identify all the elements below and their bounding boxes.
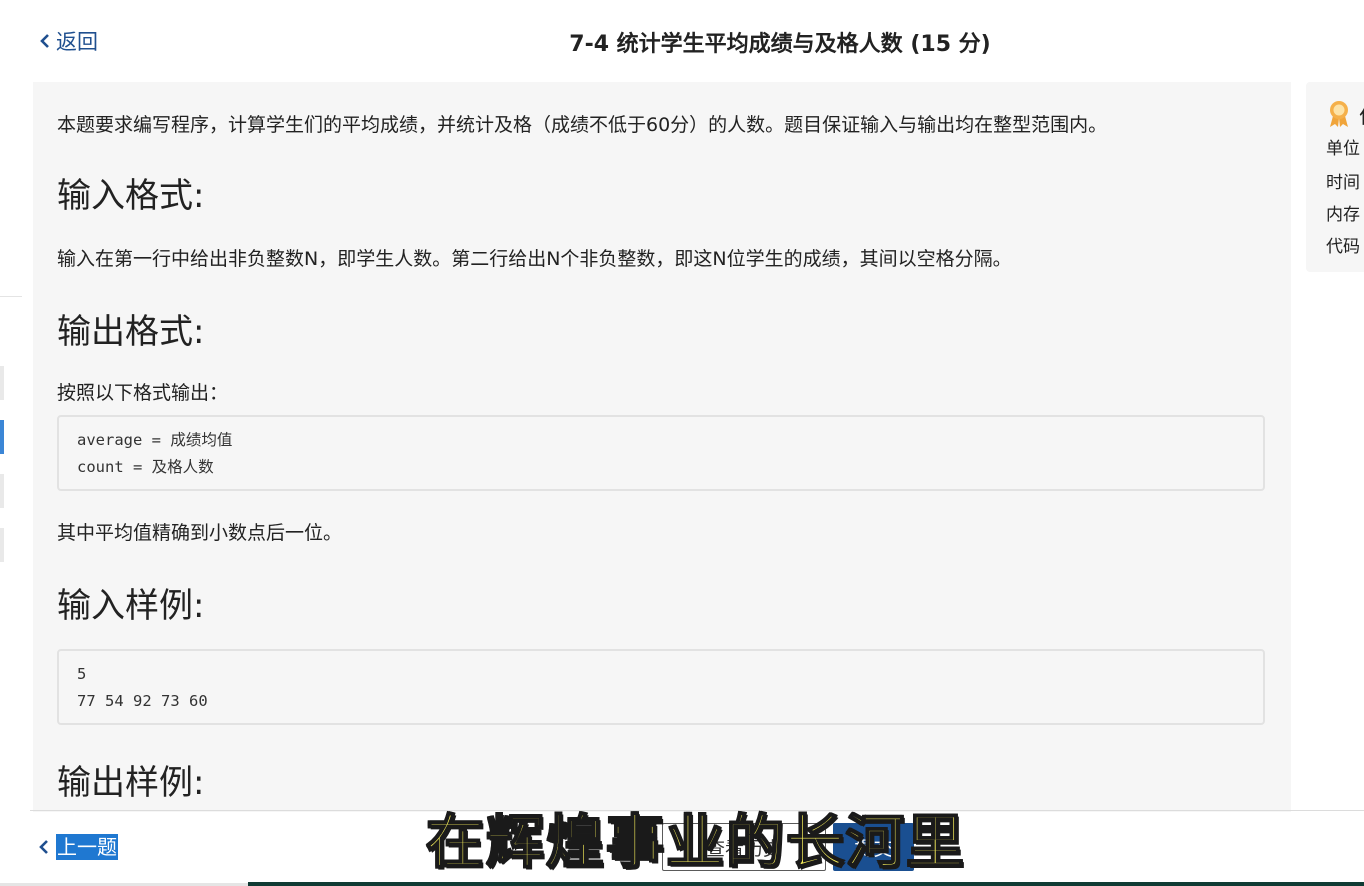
chevron-left-icon: [39, 840, 48, 854]
previous-problem-label: 上一题: [56, 834, 118, 860]
video-subtitle: 在辉煌事业的长河里: [425, 807, 967, 877]
sample-input-heading: 输入样例:: [57, 586, 205, 626]
previous-problem-link[interactable]: 上一题: [38, 834, 118, 860]
chevron-left-icon: [40, 34, 49, 48]
left-side-tab[interactable]: [0, 528, 4, 562]
back-link[interactable]: 返回: [38, 26, 98, 56]
problem-content: 本题要求编写程序，计算学生们的平均成绩，并统计及格（成绩不低于60分）的人数。题…: [33, 82, 1291, 812]
output-note: 其中平均值精确到小数点后一位。: [57, 522, 343, 544]
problem-info-panel: 作 单位 时间 内存 代码: [1306, 82, 1364, 272]
left-side-tab[interactable]: [0, 474, 4, 508]
output-format-text: 按照以下格式输出：: [57, 382, 229, 404]
code-line: 5: [77, 665, 87, 683]
problem-title: 7-4 统计学生平均成绩与及格人数 (15 分): [569, 32, 991, 57]
taskbar-strip: [248, 882, 1364, 886]
medal-icon: [1330, 101, 1348, 127]
info-row-time: 时间: [1326, 173, 1360, 193]
input-format-heading: 输入格式:: [57, 176, 205, 216]
input-format-text: 输入在第一行中给出非负整数N，即学生人数。第二行给出N个非负整数，即这N位学生的…: [57, 248, 1012, 270]
output-format-heading: 输出格式:: [57, 312, 205, 352]
left-divider: [0, 296, 22, 297]
sample-output-heading: 输出样例:: [57, 763, 205, 803]
code-line: count = 及格人数: [77, 458, 214, 476]
info-row-code: 代码: [1326, 237, 1360, 257]
info-row-unit: 单位: [1326, 139, 1360, 159]
problem-intro: 本题要求编写程序，计算学生们的平均成绩，并统计及格（成绩不低于60分）的人数。题…: [57, 114, 1108, 136]
info-title: 作: [1359, 100, 1364, 129]
output-format-code-block[interactable]: average = 成绩均值 count = 及格人数: [57, 415, 1265, 491]
code-line: 77 54 92 73 60: [77, 692, 208, 710]
back-label: 返回: [56, 30, 98, 54]
code-line: average = 成绩均值: [77, 431, 233, 449]
problem-page: 返回 7-4 统计学生平均成绩与及格人数 (15 分) 本题要求编写程序，计算学…: [0, 0, 1364, 886]
sample-input-code-block[interactable]: 5 77 54 92 73 60: [57, 649, 1265, 725]
info-row-memory: 内存: [1326, 205, 1360, 225]
left-side-tab[interactable]: [0, 366, 4, 400]
left-side-tab-active[interactable]: [0, 420, 4, 454]
